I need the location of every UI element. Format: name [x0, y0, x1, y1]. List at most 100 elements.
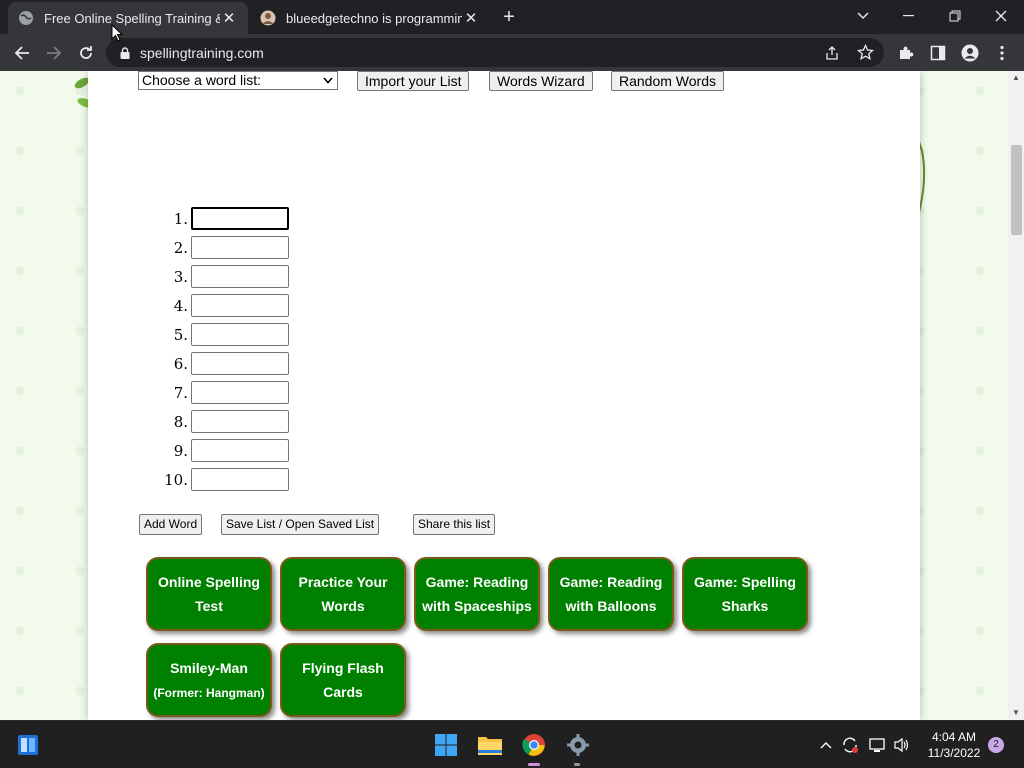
mouse-cursor-icon: [111, 24, 123, 42]
new-tab-button[interactable]: +: [498, 6, 520, 28]
button-label-line1: Online Spelling: [158, 574, 260, 590]
close-tab-icon[interactable]: ✕: [462, 9, 480, 27]
spelling-sharks-button[interactable]: Game: Spelling Sharks: [682, 557, 808, 631]
word-number: 4.: [173, 297, 188, 315]
scroll-up-arrow-icon[interactable]: ▲: [1008, 71, 1024, 85]
close-window-icon[interactable]: [978, 0, 1024, 32]
word-number: 9.: [173, 442, 188, 460]
tab-spellingtraining[interactable]: Free Online Spelling Training & G ✕: [8, 2, 248, 34]
windows-start-icon[interactable]: [432, 731, 460, 759]
scrollbar-thumb[interactable]: [1011, 145, 1022, 235]
save-list-button[interactable]: Save List / Open Saved List: [221, 514, 380, 535]
system-clock[interactable]: 4:04 AM 11/3/2022: [912, 729, 996, 761]
reading-balloons-button[interactable]: Game: Reading with Balloons: [548, 557, 674, 631]
back-arrow-icon[interactable]: [9, 40, 35, 66]
button-label-line2: Cards: [323, 684, 363, 700]
flash-cards-button[interactable]: Flying Flash Cards: [280, 643, 406, 717]
minimize-icon[interactable]: [886, 0, 932, 32]
word-row: 5.: [158, 323, 298, 347]
tab-search-icon[interactable]: [840, 0, 886, 32]
word-input[interactable]: [191, 381, 289, 404]
word-row: 10.: [158, 468, 298, 492]
button-label-line2: Test: [195, 598, 223, 614]
network-icon[interactable]: [868, 735, 888, 755]
word-row: 6.: [158, 352, 298, 376]
windows-taskbar: 4:04 AM 11/3/2022 2: [0, 720, 1024, 768]
random-words-button[interactable]: Random Words: [611, 71, 725, 91]
clock-date: 11/3/2022: [927, 746, 981, 760]
word-number: 10.: [164, 471, 188, 489]
word-input[interactable]: [191, 265, 289, 288]
word-number: 8.: [173, 413, 188, 431]
close-tab-icon[interactable]: ✕: [220, 9, 238, 27]
settings-gear-icon[interactable]: [564, 731, 592, 759]
word-input[interactable]: [191, 439, 289, 462]
forward-arrow-icon[interactable]: [41, 40, 67, 66]
sync-icon[interactable]: [840, 735, 860, 755]
word-input[interactable]: [191, 352, 289, 375]
word-row: 2.: [158, 236, 298, 260]
word-row: 7.: [158, 381, 298, 405]
clock-time: 4:04 AM: [931, 730, 977, 744]
file-explorer-icon[interactable]: [476, 731, 504, 759]
page-viewport: Choose a word list: Import your List Wor…: [0, 71, 1008, 720]
word-input[interactable]: [191, 323, 289, 346]
side-panel-icon[interactable]: [925, 40, 951, 66]
word-input[interactable]: [191, 410, 289, 433]
button-label-line1: Smiley-Man: [170, 659, 248, 676]
word-number: 2.: [173, 239, 188, 257]
word-row: 9.: [158, 439, 298, 463]
practice-words-button[interactable]: Practice Your Words: [280, 557, 406, 631]
chevron-up-icon[interactable]: [816, 735, 836, 755]
word-input[interactable]: [191, 468, 289, 491]
address-bar[interactable]: spellingtraining.com: [106, 38, 884, 67]
word-number: 6.: [173, 355, 188, 373]
chrome-icon[interactable]: [520, 731, 548, 759]
button-label-line1: Game: Spelling: [694, 574, 796, 590]
tab-strip: Free Online Spelling Training & G ✕ blue…: [0, 0, 1024, 34]
button-label-line2: with Spaceships: [422, 598, 532, 614]
page-scrollbar[interactable]: ▲ ▼: [1008, 71, 1024, 720]
button-label-line2: Words: [321, 598, 365, 614]
button-label-line2: with Balloons: [565, 598, 657, 614]
main-content-panel: Choose a word list: Import your List Wor…: [88, 71, 920, 720]
smiley-man-button[interactable]: Smiley-Man (Former: Hangman): [146, 643, 272, 717]
tab-title: Free Online Spelling Training & G: [44, 10, 220, 26]
add-word-button[interactable]: Add Word: [139, 514, 203, 535]
bookmark-star-icon[interactable]: [857, 44, 874, 61]
word-input[interactable]: [191, 294, 289, 317]
browser-toolbar: spellingtraining.com: [0, 34, 1024, 71]
menu-kebab-icon[interactable]: [989, 40, 1015, 66]
avatar-icon: [260, 10, 276, 26]
word-input[interactable]: [191, 236, 289, 259]
word-row: 3.: [158, 265, 298, 289]
button-label-line1: Game: Reading: [559, 574, 663, 590]
share-icon[interactable]: [824, 45, 840, 61]
reload-icon[interactable]: [73, 40, 99, 66]
word-input[interactable]: [191, 207, 289, 230]
notification-badge[interactable]: 2: [988, 737, 1004, 753]
widgets-icon[interactable]: [14, 731, 42, 759]
scroll-down-arrow-icon[interactable]: ▼: [1008, 706, 1024, 720]
words-wizard-button[interactable]: Words Wizard: [489, 71, 593, 91]
word-number: 7.: [173, 384, 188, 402]
share-list-button[interactable]: Share this list: [413, 514, 496, 535]
button-label-line1: Game: Reading: [425, 574, 529, 590]
active-app-indicator: [528, 763, 540, 766]
button-label-line1: Flying Flash: [302, 660, 384, 676]
tab-blueedgetechno[interactable]: blueedgetechno is programming ✕: [250, 2, 490, 34]
reading-spaceships-button[interactable]: Game: Reading with Spaceships: [414, 557, 540, 631]
button-label-line1: Practice Your: [298, 574, 388, 590]
online-spelling-test-button[interactable]: Online Spelling Test: [146, 557, 272, 631]
running-app-indicator: [574, 763, 580, 766]
button-label-line2: Sharks: [721, 598, 769, 614]
extensions-puzzle-icon[interactable]: [893, 40, 919, 66]
profile-icon[interactable]: [957, 40, 983, 66]
word-row: 8.: [158, 410, 298, 434]
url-text: spellingtraining.com: [140, 44, 264, 61]
volume-icon[interactable]: [892, 735, 912, 755]
import-list-button[interactable]: Import your List: [357, 71, 470, 91]
word-list-select[interactable]: Choose a word list:: [138, 71, 338, 90]
restore-icon[interactable]: [932, 0, 978, 32]
word-row: 4.: [158, 294, 298, 318]
